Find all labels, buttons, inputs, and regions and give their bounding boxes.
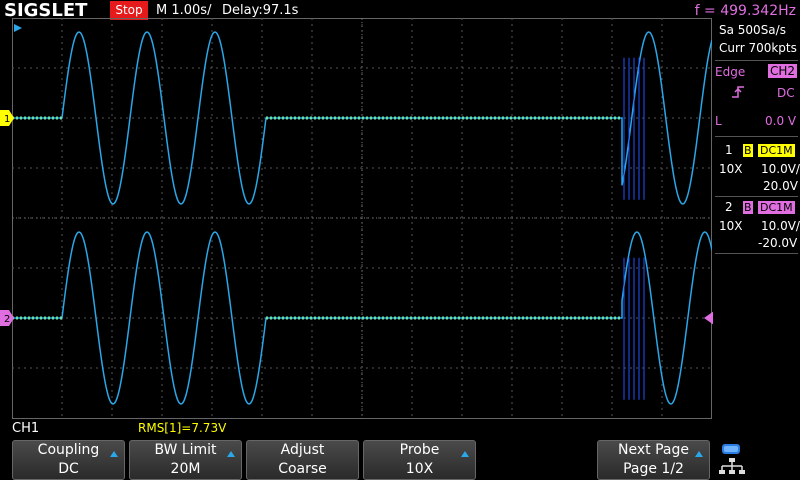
ch2-marker-label: 2 — [4, 314, 10, 325]
trigger-type: Edge — [715, 65, 746, 79]
ch2-bw-indicator: B — [743, 201, 753, 214]
rising-edge-icon — [732, 86, 744, 98]
up-arrow-icon — [110, 451, 118, 457]
trigger-source[interactable]: CH2 — [768, 64, 798, 78]
softkey-value: 20M — [170, 461, 201, 477]
ch2-coupling-badge[interactable]: DC1M — [758, 201, 795, 214]
ch1-level-marker[interactable]: 1 — [0, 110, 14, 126]
trigger-level-label: L — [715, 114, 722, 128]
ch1-marker-label: 1 — [4, 114, 10, 125]
ch1-offset: 20.0V — [763, 179, 798, 193]
ch1-bw-indicator: B — [743, 144, 753, 157]
network-icon — [719, 444, 745, 474]
up-arrow-icon — [227, 451, 235, 457]
divider — [715, 253, 798, 254]
softkey-title: Next Page — [618, 442, 689, 458]
memory-depth: Curr 700kpts — [719, 41, 797, 55]
ch2-probe: 10X — [719, 219, 743, 233]
adjust-softkey[interactable]: Adjust Coarse — [246, 440, 359, 480]
ch1-coupling-badge[interactable]: DC1M — [758, 144, 795, 157]
coupling-softkey[interactable]: Coupling DC — [12, 440, 125, 480]
trigger-position-marker — [14, 24, 22, 32]
ch2-offset: -20.0V — [758, 236, 798, 250]
rms-measurement: RMS[1]=7.73V — [138, 421, 227, 435]
softkey-value: DC — [58, 461, 79, 477]
active-channel-label: CH1 — [12, 421, 40, 436]
ch1-probe: 10X — [719, 162, 743, 176]
waveform-display[interactable] — [12, 18, 712, 419]
next-page-softkey[interactable]: Next Page Page 1/2 — [597, 440, 710, 480]
trigger-level: 0.0 V — [765, 114, 797, 128]
graticule — [12, 18, 712, 419]
softkey-title: Adjust — [280, 442, 325, 458]
trigger-coupling: DC — [777, 86, 795, 100]
softkey-title: Coupling — [37, 442, 100, 458]
divider — [715, 136, 798, 137]
softkey-value: Page 1/2 — [623, 461, 684, 477]
probe-softkey[interactable]: Probe 10X — [363, 440, 476, 480]
divider — [715, 60, 798, 61]
ch2-level-marker[interactable]: 2 — [0, 310, 14, 326]
right-info-panel: Sa 500Sa/s Curr 700kpts Edge CH2 DC L 0.… — [713, 22, 800, 437]
softkey-title: BW Limit — [154, 442, 217, 458]
ch2-scale: 10.0V/ — [761, 219, 800, 233]
ch1-scale: 10.0V/ — [761, 162, 800, 176]
softkey-value: 10X — [405, 461, 434, 477]
ch2-number: 2 — [725, 200, 733, 214]
up-arrow-icon — [461, 451, 469, 457]
up-arrow-icon — [695, 451, 703, 457]
divider — [715, 196, 798, 197]
softkey-value: Coarse — [278, 461, 327, 477]
sample-rate: Sa 500Sa/s — [719, 23, 786, 37]
softkey-title: Probe — [399, 442, 440, 458]
ch1-number: 1 — [725, 143, 733, 157]
bw-limit-softkey[interactable]: BW Limit 20M — [129, 440, 242, 480]
